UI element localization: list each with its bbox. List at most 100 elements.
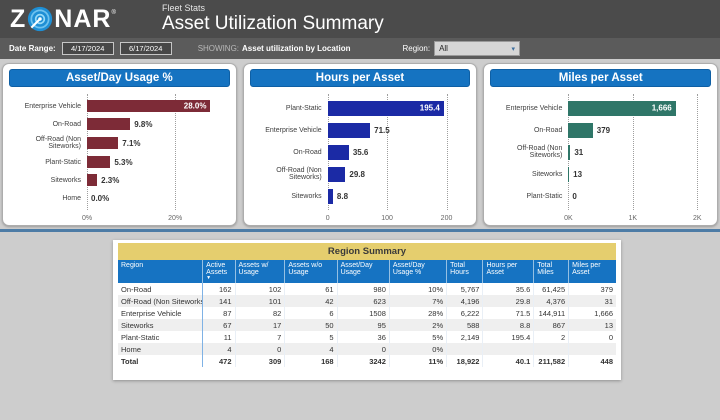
value-cell: 3242 bbox=[336, 355, 390, 367]
bar-value-label: 195.4 bbox=[419, 103, 440, 113]
bar[interactable] bbox=[568, 144, 571, 160]
bar[interactable] bbox=[327, 166, 346, 182]
value-cell: 0 bbox=[568, 331, 616, 343]
value-cell: 42 bbox=[284, 295, 338, 307]
value-cell: 144,911 bbox=[533, 307, 569, 319]
bar-value-label: 7.1% bbox=[122, 138, 141, 148]
bar-value-label: 5.3% bbox=[114, 157, 133, 167]
value-cell: 95 bbox=[336, 319, 390, 331]
chart-title: Miles per Asset bbox=[490, 69, 712, 87]
value-cell: 82 bbox=[234, 307, 285, 319]
value-cell: 6 bbox=[284, 307, 338, 319]
column-header-asset-day-usage-[interactable]: Asset/Day Usage % bbox=[388, 260, 447, 283]
table-row: Off-Road (Non Siteworks) 141 101 42 623 7% 4,1… bbox=[118, 295, 616, 307]
value-cell bbox=[446, 343, 483, 355]
zonar-logo: Z NAR ® bbox=[0, 6, 148, 32]
value-cell: 1,666 bbox=[568, 307, 616, 319]
bar[interactable] bbox=[327, 188, 333, 204]
bar-category-label: Enterprise Vehicle bbox=[505, 104, 563, 112]
logo-text-nar: NAR bbox=[54, 4, 112, 33]
filter-bar: Date Range: 4/17/2024 6/17/2024 SHOWING:… bbox=[0, 38, 720, 59]
bar-area: 1,666 bbox=[568, 100, 705, 116]
bar-row: Off-Road (Non Siteworks) 29.8 bbox=[250, 166, 465, 182]
value-cell: 7 bbox=[234, 331, 285, 343]
chart-title: Asset/Day Usage % bbox=[9, 69, 230, 87]
bar-area: 2.3% bbox=[87, 174, 224, 186]
table-row: Plant-Static 11 7 5 36 5% 2,149 195.4 2 0 bbox=[118, 331, 616, 343]
plot: Enterprise Vehicle 28.0% On-Road 9.8% Off-Ro… bbox=[9, 97, 224, 207]
value-cell: 309 bbox=[234, 355, 285, 367]
region-select[interactable]: All ▾ bbox=[434, 41, 521, 56]
value-cell: 102 bbox=[234, 283, 285, 295]
chevron-down-icon: ▾ bbox=[511, 45, 516, 53]
chart-card-hours-per-asset: Hours per Asset Plant-Static 195.4 Enterpr… bbox=[242, 63, 478, 226]
value-cell: 36 bbox=[336, 331, 390, 343]
column-header-total-miles[interactable]: Total Miles bbox=[533, 260, 569, 283]
region-cell: Total bbox=[121, 356, 139, 366]
table-header-row: Region Active Assets ▼ Assets w/ Usage Asset… bbox=[118, 260, 616, 283]
region-cell: Plant-Static bbox=[121, 332, 160, 342]
bar-row: Enterprise Vehicle 1,666 bbox=[490, 100, 705, 116]
region-cell: Enterprise Vehicle bbox=[121, 308, 182, 318]
column-header-asset-day-usage[interactable]: Asset/Day Usage bbox=[336, 260, 390, 283]
column-header-hours-per-asset[interactable]: Hours per Asset bbox=[482, 260, 534, 283]
value-cell: 1508 bbox=[336, 307, 390, 319]
plot-region: Enterprise Vehicle 1,666 On-Road 379 Off-Roa… bbox=[490, 94, 705, 210]
region-summary-panel: Region Summary Region Active Assets ▼ Asset… bbox=[113, 240, 621, 380]
column-header-assets-w-o-usage[interactable]: Assets w/o Usage bbox=[284, 260, 338, 283]
value-cell: 11% bbox=[388, 355, 447, 367]
region-summary-table: Region Active Assets ▼ Assets w/ Usage Asset… bbox=[118, 260, 616, 367]
value-cell: 5,767 bbox=[446, 283, 483, 295]
bar[interactable]: 195.4 bbox=[327, 100, 444, 116]
bar[interactable] bbox=[87, 156, 111, 168]
table-total-row: Total 472 309 168 3242 11% 18,922 40.1 211,582 44… bbox=[118, 355, 616, 367]
x-tick-label: 1K bbox=[628, 215, 638, 222]
bar-value-label: 9.8% bbox=[134, 119, 153, 129]
showing-label: SHOWING: bbox=[197, 44, 240, 53]
value-cell: 28% bbox=[388, 307, 447, 319]
value-cell: 5% bbox=[388, 331, 447, 343]
bar[interactable] bbox=[87, 174, 98, 186]
zonar-target-icon bbox=[28, 6, 53, 32]
column-header-assets-w-usage[interactable]: Assets w/ Usage bbox=[234, 260, 285, 283]
title-block: Fleet Stats Asset Utilization Summary bbox=[148, 3, 384, 35]
bar-category-label: Siteworks bbox=[50, 176, 81, 184]
bar[interactable] bbox=[87, 137, 119, 149]
bar[interactable] bbox=[568, 122, 593, 138]
x-axis: 0K 1K 2K bbox=[564, 215, 705, 224]
bar-value-label: 2.3% bbox=[101, 175, 120, 185]
bar-category-label: On-Road bbox=[293, 148, 322, 156]
x-axis: 0 100 200 bbox=[326, 215, 465, 224]
bar-row: Off-Road (Non Siteworks) 7.1% bbox=[9, 136, 224, 150]
value-cell: 87 bbox=[202, 307, 236, 319]
value-cell: 0% bbox=[388, 343, 447, 355]
bar-row: Siteworks 13 bbox=[490, 166, 705, 182]
bar-area: 379 bbox=[568, 122, 705, 138]
bar-row: Enterprise Vehicle 71.5 bbox=[250, 122, 465, 138]
x-tick-label: 0K bbox=[564, 215, 573, 222]
chart-card-miles-per-asset: Miles per Asset Enterprise Vehicle 1,666 O… bbox=[483, 63, 719, 226]
value-cell: 4 bbox=[284, 343, 338, 355]
value-cell: 17 bbox=[234, 319, 285, 331]
column-header-region[interactable]: Region bbox=[118, 260, 203, 283]
bar-category-label: Siteworks bbox=[291, 192, 322, 200]
bar[interactable] bbox=[87, 118, 131, 130]
table-row: Home 4 0 4 0 0% bbox=[118, 343, 616, 355]
value-cell bbox=[568, 343, 616, 355]
bar-row: On-Road 379 bbox=[490, 122, 705, 138]
bar-value-label: 379 bbox=[596, 125, 611, 135]
column-header-total-hours[interactable]: Total Hours bbox=[446, 260, 483, 283]
value-cell: 379 bbox=[568, 283, 616, 295]
column-header-active-assets[interactable]: Active Assets ▼ bbox=[202, 260, 236, 283]
bar[interactable]: 28.0% bbox=[87, 100, 211, 112]
value-cell: 29.8 bbox=[482, 295, 534, 307]
bar[interactable] bbox=[568, 166, 570, 182]
bar[interactable] bbox=[327, 144, 349, 160]
bar[interactable]: 1,666 bbox=[568, 100, 676, 116]
bar-category-label: Plant-Static bbox=[285, 104, 322, 112]
bar[interactable] bbox=[327, 122, 371, 138]
column-header-miles-per-asset[interactable]: Miles per Asset bbox=[568, 260, 616, 283]
date-start-input[interactable]: 4/17/2024 bbox=[61, 42, 114, 55]
date-end-input[interactable]: 6/17/2024 bbox=[119, 42, 172, 55]
divider-line bbox=[0, 229, 720, 232]
